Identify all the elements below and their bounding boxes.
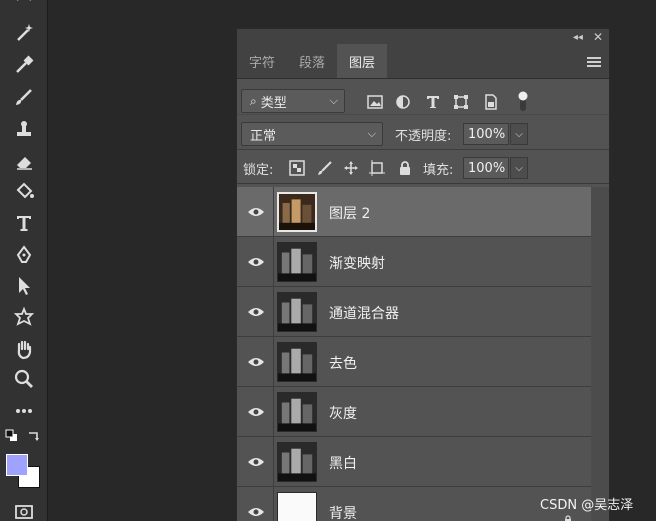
blend-mode-dropdown[interactable]: 正常 ⌵ bbox=[241, 122, 383, 146]
eraser-tool-icon[interactable] bbox=[10, 148, 38, 174]
tab-layers[interactable]: 图层 bbox=[337, 44, 388, 78]
foreground-color-swatch[interactable] bbox=[6, 454, 28, 476]
filter-toggle-switch-icon[interactable] bbox=[515, 89, 531, 113]
layers-panel: ◂◂ ✕ 字符 段落 图层 ⌕ 类型 ⌵ 正常 ⌵ 不透明度: 100% ⌵ 锁… bbox=[236, 28, 610, 521]
more-tools-icon[interactable] bbox=[10, 398, 38, 424]
shape-layer-filter-icon[interactable] bbox=[453, 94, 469, 110]
panel-menu-icon[interactable] bbox=[587, 57, 601, 69]
chevron-down-icon: ⌵ bbox=[515, 128, 523, 140]
hand-tool-icon[interactable] bbox=[10, 336, 38, 362]
type-layer-filter-icon[interactable] bbox=[425, 94, 441, 110]
panel-tabs: 字符 段落 图层 bbox=[237, 44, 609, 79]
fill-label: 填充: bbox=[423, 163, 454, 178]
smart-object-filter-icon[interactable] bbox=[483, 94, 499, 110]
lock-label: 锁定: bbox=[243, 163, 274, 178]
color-swatches bbox=[4, 452, 44, 492]
layer-thumbnail bbox=[277, 492, 317, 521]
divider bbox=[273, 287, 274, 337]
watermark-text: CSDN @吴志泽 bbox=[540, 498, 634, 513]
pixel-layer-filter-icon[interactable] bbox=[367, 94, 383, 110]
chevron-down-icon: ⌵ bbox=[367, 127, 376, 140]
layer-name: 背景 bbox=[329, 506, 357, 521]
layer-name: 黑白 bbox=[329, 456, 357, 472]
layer-name: 渐变映射 bbox=[329, 256, 385, 272]
blend-row: 正常 ⌵ 不透明度: 100% ⌵ bbox=[237, 116, 609, 150]
layer-thumbnail bbox=[277, 292, 317, 332]
swap-colors-icon[interactable] bbox=[26, 428, 42, 444]
opacity-dropdown-button[interactable]: ⌵ bbox=[510, 123, 528, 145]
collapse-panel-icon[interactable]: ◂◂ bbox=[573, 32, 583, 43]
path-selection-tool-icon[interactable] bbox=[10, 272, 38, 298]
divider bbox=[273, 337, 274, 387]
lock-image-pixels-icon[interactable] bbox=[317, 160, 333, 176]
divider bbox=[273, 187, 274, 237]
visibility-eye-icon[interactable] bbox=[247, 354, 265, 370]
layer-thumbnail bbox=[277, 192, 317, 232]
custom-shape-tool-icon[interactable] bbox=[10, 304, 38, 330]
visibility-eye-icon[interactable] bbox=[247, 304, 265, 320]
fill-dropdown-button[interactable]: ⌵ bbox=[510, 157, 528, 179]
eyedropper-tool-icon[interactable] bbox=[10, 52, 38, 78]
divider bbox=[273, 237, 274, 287]
layer-thumbnail bbox=[277, 442, 317, 482]
divider bbox=[273, 437, 274, 487]
layer-name: 灰度 bbox=[329, 406, 357, 422]
layer-name: 通道混合器 bbox=[329, 306, 399, 322]
layer-name: 去色 bbox=[329, 356, 357, 372]
visibility-eye-icon[interactable] bbox=[247, 204, 265, 220]
brush-tool-icon[interactable] bbox=[10, 84, 38, 110]
layer-thumbnail bbox=[277, 392, 317, 432]
default-colors-icon[interactable] bbox=[4, 428, 20, 444]
layer-row[interactable]: 图层 2 bbox=[237, 187, 591, 237]
tab-character[interactable]: 字符 bbox=[237, 44, 287, 78]
layers-list: 图层 2 渐变映射 通道混合器 去色 灰度 黑白 背景 bbox=[237, 187, 609, 521]
zoom-tool-icon[interactable] bbox=[10, 366, 38, 392]
lock-transparent-pixels-icon[interactable] bbox=[289, 160, 305, 176]
lock-position-icon[interactable] bbox=[343, 160, 359, 176]
layer-row[interactable]: 渐变映射 bbox=[237, 237, 591, 287]
tools-toolbar bbox=[0, 0, 48, 521]
type-tool-icon[interactable] bbox=[10, 210, 38, 236]
magic-wand-tool-icon[interactable] bbox=[10, 20, 38, 46]
divider bbox=[273, 487, 274, 521]
stamp-tool-icon[interactable] bbox=[10, 116, 38, 142]
adjustment-layer-filter-icon[interactable] bbox=[395, 94, 411, 110]
divider bbox=[273, 387, 274, 437]
close-panel-icon[interactable]: ✕ bbox=[593, 30, 603, 44]
opacity-input[interactable]: 100% bbox=[463, 123, 509, 145]
layer-lock-icon bbox=[565, 515, 571, 521]
lasso-tool-icon[interactable] bbox=[10, 0, 38, 14]
layer-filter-row: ⌕ 类型 ⌵ bbox=[237, 81, 609, 115]
layer-row[interactable]: 背景 bbox=[237, 487, 591, 521]
lock-artboard-icon[interactable] bbox=[369, 160, 385, 176]
tab-paragraph[interactable]: 段落 bbox=[287, 44, 337, 78]
layer-row[interactable]: 黑白 bbox=[237, 437, 591, 487]
lock-all-icon[interactable] bbox=[397, 160, 413, 176]
filter-kind-dropdown[interactable]: ⌕ 类型 ⌵ bbox=[241, 89, 345, 113]
layer-row[interactable]: 灰度 bbox=[237, 387, 591, 437]
paint-bucket-tool-icon[interactable] bbox=[10, 178, 38, 204]
visibility-eye-icon[interactable] bbox=[247, 254, 265, 270]
visibility-eye-icon[interactable] bbox=[247, 404, 265, 420]
layer-row[interactable]: 去色 bbox=[237, 337, 591, 387]
chevron-down-icon: ⌵ bbox=[329, 94, 338, 107]
opacity-label: 不透明度: bbox=[395, 129, 452, 144]
visibility-eye-icon[interactable] bbox=[247, 454, 265, 470]
layer-thumbnail bbox=[277, 242, 317, 282]
chevron-down-icon: ⌵ bbox=[515, 162, 523, 174]
quick-mask-icon[interactable] bbox=[10, 498, 38, 521]
filter-kind-label: 类型 bbox=[260, 95, 287, 111]
fill-input[interactable]: 100% bbox=[463, 157, 509, 179]
layer-thumbnail bbox=[277, 342, 317, 382]
search-icon: ⌕ bbox=[250, 93, 257, 108]
visibility-eye-icon[interactable] bbox=[247, 504, 265, 520]
layer-row[interactable]: 通道混合器 bbox=[237, 287, 591, 337]
panel-title-bar: ◂◂ ✕ bbox=[237, 29, 609, 45]
blend-mode-value: 正常 bbox=[250, 128, 277, 144]
pen-tool-icon[interactable] bbox=[10, 242, 38, 268]
layers-scrollbar[interactable] bbox=[591, 187, 609, 521]
layer-name: 图层 2 bbox=[329, 206, 371, 222]
